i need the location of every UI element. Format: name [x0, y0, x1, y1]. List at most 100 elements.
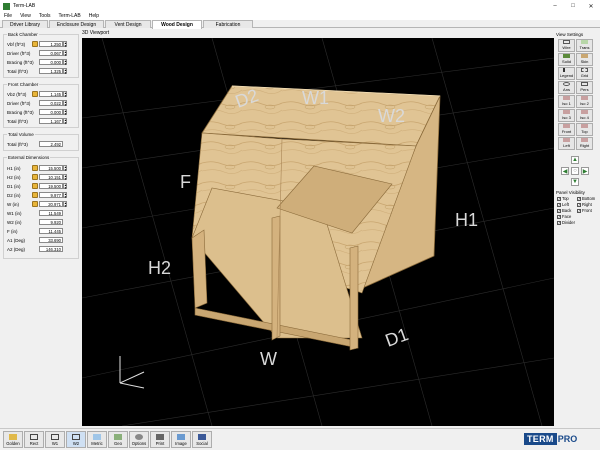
menu-tools[interactable]: Tools — [39, 13, 51, 19]
tab-wood-design[interactable]: Wood Design — [152, 20, 202, 29]
options-button[interactable]: Options — [129, 431, 149, 448]
dimension-row: H1 (in) 15.500 ▲ ▼ — [7, 165, 77, 172]
d1-field[interactable]: 19.500 — [39, 183, 63, 189]
spinner-icon[interactable]: ▲ ▼ — [63, 183, 67, 189]
legend-button[interactable]: Legend — [558, 67, 575, 80]
spinner-icon[interactable]: ▲ ▼ — [63, 109, 67, 115]
arrow-up-icon[interactable]: ▲ — [571, 156, 579, 164]
menu-file[interactable]: File — [4, 13, 12, 19]
spinner-icon[interactable]: ▲ ▼ — [63, 59, 67, 65]
minimize-button[interactable]: – — [546, 0, 564, 12]
front-right-edge — [349, 245, 359, 351]
spinner-icon[interactable]: ▲ ▼ — [63, 50, 67, 56]
checkbox-left[interactable]: ✓ Left — [557, 202, 569, 207]
d2-label: D2 (in) — [7, 193, 21, 198]
close-button[interactable]: ✕ — [582, 0, 600, 12]
solid-button[interactable]: Solid — [558, 53, 575, 66]
center-icon[interactable]: ○ — [571, 167, 579, 175]
spinner-icon[interactable]: ▲ ▼ — [63, 201, 67, 207]
metric-button[interactable]: Metric — [87, 431, 107, 448]
checkbox-divider[interactable]: ✓ Divider — [557, 220, 575, 225]
menu-view[interactable]: View — [20, 13, 31, 19]
lock-icon[interactable] — [32, 201, 38, 207]
tab-vent-design[interactable]: Vent Design — [105, 20, 151, 28]
label-w1: W1 — [302, 88, 329, 108]
lock-icon[interactable] — [32, 183, 38, 189]
arrow-down-icon[interactable]: ▼ — [571, 178, 579, 186]
front-chamber-row: Total (ft^3) 1.167 ▲ ▼ — [7, 118, 77, 125]
bracing-field[interactable]: 0.000 — [39, 109, 63, 115]
iso4-button[interactable]: Iso 4 — [576, 109, 593, 122]
spinner-icon[interactable]: ▲ ▼ — [63, 100, 67, 106]
lock-icon[interactable] — [32, 192, 38, 198]
checkbox-face[interactable]: ✓ Face — [557, 214, 571, 219]
tab-driver-library[interactable]: Driver Library — [2, 20, 48, 28]
driver-field[interactable]: 0.067 — [39, 50, 63, 56]
right-view-button[interactable]: Right — [576, 137, 593, 150]
iso2-button[interactable]: Iso 2 — [576, 95, 593, 108]
d2-field[interactable]: 9.977 — [39, 192, 63, 198]
iso1-button[interactable]: Iso 1 — [558, 95, 575, 108]
rect-button[interactable]: Rect — [24, 431, 44, 448]
external-dimensions-title: External Dimensions — [7, 155, 51, 160]
3d-viewport[interactable]: D2 W1 W2 F H1 H2 W D1 — [82, 38, 554, 426]
driver-field[interactable]: 0.022 — [39, 100, 63, 106]
total-volume-field: 2.492 — [39, 141, 63, 147]
maximize-button[interactable]: □ — [564, 0, 582, 12]
tab-fabrication[interactable]: Fabrication — [203, 20, 253, 28]
trans-button[interactable]: Trans — [576, 39, 593, 52]
dimension-row: H2 (in) 10.151 ▲ ▼ — [7, 174, 77, 181]
lock-icon[interactable] — [32, 41, 38, 47]
lock-icon[interactable] — [32, 165, 38, 171]
spinner-icon[interactable]: ▲ ▼ — [63, 68, 67, 74]
skin-button[interactable]: Skin — [576, 53, 593, 66]
w-field[interactable]: 20.971 — [39, 201, 63, 207]
spinner-icon[interactable]: ▲ ▼ — [63, 41, 67, 47]
spinner-icon[interactable]: ▲ ▼ — [63, 192, 67, 198]
spinner-icon[interactable]: ▲ ▼ — [63, 165, 67, 171]
tab-enclosure-design[interactable]: Enclosure Design — [49, 20, 104, 28]
pers-button[interactable]: Pers — [576, 81, 593, 94]
front-view-button[interactable]: Front — [558, 123, 575, 136]
w2-button[interactable]: W2 — [66, 431, 86, 448]
w1-button[interactable]: W1 — [45, 431, 65, 448]
vb2-field[interactable]: 1.145 — [39, 91, 63, 97]
checkbox-bottom[interactable]: ✓ Bottom — [577, 196, 595, 201]
label-d1: D1 — [383, 324, 411, 351]
h2-label: H2 (in) — [7, 175, 21, 180]
arrow-left-icon[interactable]: ◀ — [561, 167, 569, 175]
iso3-button[interactable]: Iso 3 — [558, 109, 575, 122]
social-button[interactable]: Social — [192, 431, 212, 448]
h1-field[interactable]: 15.500 — [39, 165, 63, 171]
checkbox-top[interactable]: ✓ Top — [557, 196, 569, 201]
vbf-field[interactable]: 1.250 — [39, 41, 63, 47]
total-field: 1.167 — [39, 118, 63, 124]
image-button[interactable]: Image — [171, 431, 191, 448]
left-view-button[interactable]: Left — [558, 137, 575, 150]
geo-button[interactable]: Geo — [108, 431, 128, 448]
spinner-icon[interactable]: ▲ ▼ — [63, 174, 67, 180]
3d-scene: D2 W1 W2 F H1 H2 W D1 — [82, 38, 554, 426]
checkbox-front[interactable]: ✓ Front — [577, 208, 592, 213]
print-button[interactable]: Print — [150, 431, 170, 448]
lock-icon[interactable] — [32, 91, 38, 97]
menu-term-lab[interactable]: Term-LAB — [59, 13, 81, 19]
a1-label: A1 (Deg) — [7, 238, 26, 243]
spinner-icon[interactable]: ▲ ▼ — [63, 91, 67, 97]
grid-button[interactable]: Grid — [576, 67, 593, 80]
top-view-button[interactable]: Top — [576, 123, 593, 136]
golden-button[interactable]: Golden — [3, 431, 23, 448]
arrow-right-icon[interactable]: ▶ — [581, 167, 589, 175]
wire-button[interactable]: Wire — [558, 39, 575, 52]
checkbox-right[interactable]: ✓ Right — [577, 202, 592, 207]
bracing-field[interactable]: 0.000 — [39, 59, 63, 65]
ans-button[interactable]: Ans — [558, 81, 575, 94]
menu-help[interactable]: Help — [89, 13, 99, 19]
lock-icon[interactable] — [32, 174, 38, 180]
total-label: Total (ft^3) — [7, 142, 28, 147]
front-chamber-row: Bracing (ft^3) 0.000 ▲ ▼ — [7, 109, 77, 116]
spinner-icon[interactable]: ▲ ▼ — [63, 118, 67, 124]
viewport-title: 3D Viewport — [82, 30, 110, 36]
h2-field[interactable]: 10.151 — [39, 174, 63, 180]
checkbox-back[interactable]: ✓ Back — [557, 208, 571, 213]
